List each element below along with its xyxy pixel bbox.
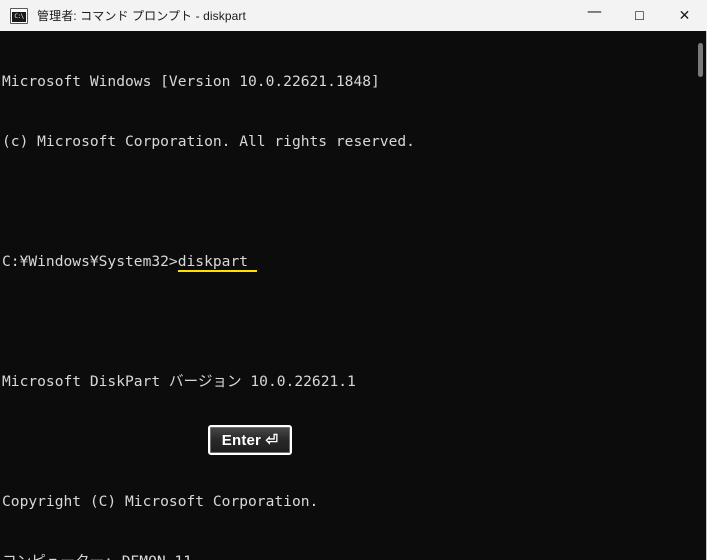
console-line: Copyright (C) Microsoft Corporation. <box>2 493 319 510</box>
icon-screen-text: C:\ <box>12 11 26 22</box>
maximize-button[interactable]: ☐ <box>617 0 662 31</box>
window-controls: — ☐ ✕ <box>572 0 707 31</box>
console-line: Microsoft DiskPart バージョン 10.0.22621.1 <box>2 373 356 390</box>
console-line: コンピューター: DEMON-11 <box>2 552 503 560</box>
console-line: Microsoft Windows [Version 10.0.22621.18… <box>2 73 380 90</box>
command-prompt-window: C:\ 管理者: コマンド プロンプト - diskpart — ☐ ✕ Mic… <box>0 0 707 560</box>
prompt-prefix: C:¥Windows¥System32> <box>2 253 178 270</box>
minimize-icon: — <box>587 2 602 20</box>
console-line: (c) Microsoft Corporation. All rights re… <box>2 133 415 150</box>
window-title: 管理者: コマンド プロンプト - diskpart <box>37 9 246 23</box>
console-output-area[interactable]: Microsoft Windows [Version 10.0.22621.18… <box>0 31 694 560</box>
enter-key-label: Enter ⏎ <box>221 432 279 449</box>
scrollbar-thumb[interactable] <box>698 43 703 77</box>
console-text: Microsoft Windows [Version 10.0.22621.18… <box>2 32 503 560</box>
enter-key-callout: Enter ⏎ <box>208 425 292 455</box>
console-prompt-line: C:¥Windows¥System32>diskpart <box>2 252 503 272</box>
typed-command-diskpart: diskpart <box>177 253 257 272</box>
close-button[interactable]: ✕ <box>662 0 707 31</box>
command-prompt-icon: C:\ <box>10 7 28 24</box>
minimize-button[interactable]: — <box>572 0 617 31</box>
title-bar[interactable]: C:\ 管理者: コマンド プロンプト - diskpart — ☐ ✕ <box>0 0 707 31</box>
close-icon: ✕ <box>678 7 691 24</box>
maximize-icon: ☐ <box>634 8 645 23</box>
